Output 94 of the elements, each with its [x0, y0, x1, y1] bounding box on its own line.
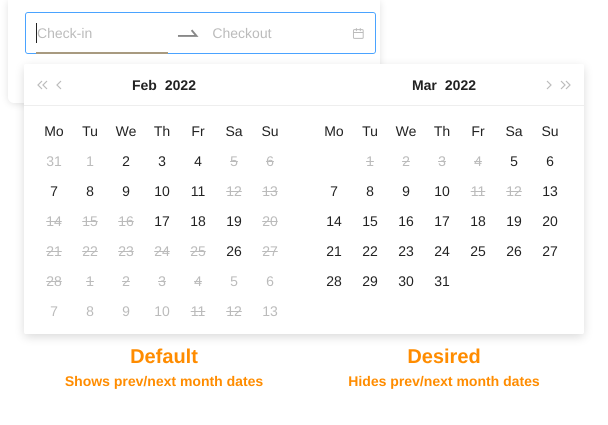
- weekday-label: Th: [432, 122, 452, 141]
- date-cell[interactable]: 6: [532, 146, 568, 176]
- weekday-label: Fr: [190, 122, 206, 141]
- date-cell-text: 11: [190, 302, 206, 321]
- date-cell-text: 15: [81, 212, 99, 231]
- year-button[interactable]: 2022: [164, 76, 196, 92]
- weekday-label: Tu: [81, 122, 99, 141]
- weekday-label: Mo: [43, 122, 65, 141]
- date-cell-text: 27: [261, 242, 279, 261]
- date-range-picker[interactable]: Check-in Checkout: [25, 12, 376, 54]
- weekday-label: Th: [152, 122, 172, 141]
- date-cell-text: 11: [470, 182, 486, 201]
- date-cell-text: 3: [437, 152, 447, 171]
- caption-title: Desired: [406, 345, 482, 369]
- double-right-icon[interactable]: [559, 78, 572, 90]
- date-cell[interactable]: 13: [532, 176, 568, 206]
- date-cell[interactable]: 31: [424, 266, 460, 296]
- date-cell[interactable]: 29: [352, 266, 388, 296]
- date-cell[interactable]: 5: [496, 146, 532, 176]
- date-cell-text: 1: [365, 152, 375, 171]
- date-cell-text: 20: [261, 212, 279, 231]
- weekday-label: We: [114, 122, 138, 141]
- caption-title: Default: [129, 345, 199, 369]
- date-cell-text: 28: [45, 272, 63, 291]
- caption-subtitle: Hides prev/next month dates: [347, 373, 541, 389]
- weekday-label: Su: [260, 122, 280, 141]
- weekday-label: Fr: [470, 122, 486, 141]
- date-cell-text: 22: [81, 242, 99, 261]
- date-cell[interactable]: 14: [316, 206, 352, 236]
- date-cell[interactable]: 18: [460, 206, 496, 236]
- date-cell-text: 23: [117, 242, 135, 261]
- date-cell[interactable]: 8: [352, 176, 388, 206]
- weekday-label: Mo: [323, 122, 345, 141]
- weekday-label: Sa: [504, 122, 524, 141]
- date-cell[interactable]: 30: [388, 266, 424, 296]
- date-cell-text: 12: [505, 182, 523, 201]
- date-cell-text: 2: [121, 272, 131, 291]
- date-cell[interactable]: 19: [216, 206, 252, 236]
- date-cell[interactable]: 10: [424, 176, 460, 206]
- date-cell[interactable]: 8: [72, 176, 108, 206]
- date-cell[interactable]: 26: [216, 236, 252, 266]
- year-button[interactable]: 2022: [444, 76, 476, 92]
- weekday-label: Su: [540, 122, 560, 141]
- month-button[interactable]: Mar: [412, 76, 437, 92]
- date-cell[interactable]: 2: [108, 146, 144, 176]
- date-cell[interactable]: 20: [532, 206, 568, 236]
- date-cell[interactable]: 16: [388, 206, 424, 236]
- date-cell[interactable]: 17: [424, 206, 460, 236]
- date-cell[interactable]: 22: [352, 236, 388, 266]
- date-cell[interactable]: 27: [532, 236, 568, 266]
- date-cell[interactable]: 4: [180, 146, 216, 176]
- date-cell[interactable]: 19: [496, 206, 532, 236]
- date-cell[interactable]: 23: [388, 236, 424, 266]
- date-cell-text: 2: [401, 152, 411, 171]
- date-cell-text: 3: [157, 272, 167, 291]
- date-cell[interactable]: 18: [180, 206, 216, 236]
- chevron-left-icon[interactable]: [55, 78, 63, 90]
- date-cell[interactable]: 21: [316, 236, 352, 266]
- date-cell-text: 14: [45, 212, 63, 231]
- date-cell[interactable]: 9: [108, 176, 144, 206]
- date-cell[interactable]: 25: [460, 236, 496, 266]
- date-cell[interactable]: 7: [36, 176, 72, 206]
- date-cell[interactable]: 24: [424, 236, 460, 266]
- date-cell[interactable]: 7: [316, 176, 352, 206]
- date-cell-text: 5: [229, 152, 239, 171]
- input-field[interactable]: Checkout: [212, 23, 352, 43]
- date-cell[interactable]: 9: [388, 176, 424, 206]
- weekday-label: Sa: [224, 122, 244, 141]
- date-cell-text: 12: [225, 302, 243, 321]
- date-cell-text: 4: [473, 152, 483, 171]
- caption-subtitle: Shows prev/next month dates: [64, 373, 264, 389]
- date-cell[interactable]: 11: [180, 176, 216, 206]
- date-cell[interactable]: 3: [144, 146, 180, 176]
- date-cell[interactable]: 15: [352, 206, 388, 236]
- date-cell-text: 6: [265, 152, 275, 171]
- input-field[interactable]: Check-in: [36, 23, 177, 43]
- date-cell-text: 16: [117, 212, 135, 231]
- date-cell-text: 21: [45, 242, 63, 261]
- date-cell-text: 13: [261, 182, 279, 201]
- date-cell-text: 1: [85, 272, 95, 291]
- date-cell[interactable]: 10: [144, 176, 180, 206]
- date-cell[interactable]: 28: [316, 266, 352, 296]
- calendar-icon: [352, 26, 365, 40]
- date-cell-text: 24: [153, 242, 171, 261]
- date-cell[interactable]: 26: [496, 236, 532, 266]
- month-button[interactable]: Feb: [132, 76, 157, 92]
- date-cell-text: 25: [189, 242, 207, 261]
- weekday-label: We: [394, 122, 418, 141]
- weekday-label: Tu: [361, 122, 379, 141]
- date-cell[interactable]: 17: [144, 206, 180, 236]
- chevron-right-icon[interactable]: [545, 78, 553, 90]
- date-cell-text: 4: [193, 272, 203, 291]
- double-left-icon[interactable]: [36, 78, 49, 90]
- date-cell-text: 12: [225, 182, 243, 201]
